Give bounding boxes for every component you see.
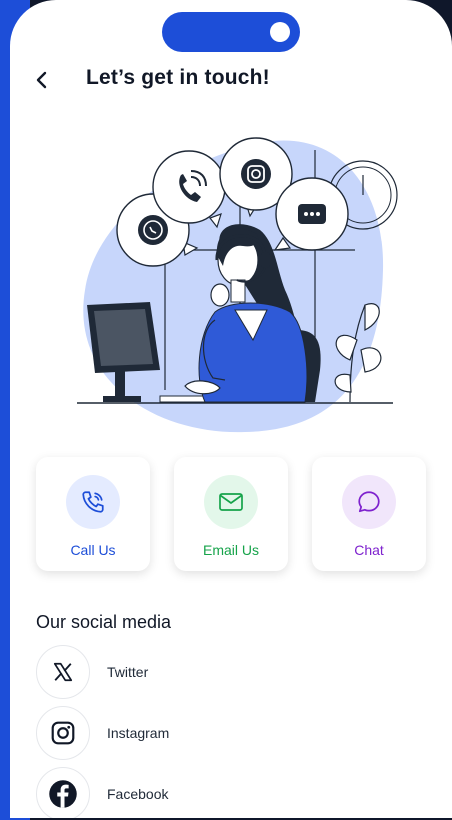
twitter-icon-circle: [36, 645, 90, 699]
phone-icon: [82, 491, 104, 513]
chevron-left-icon: [36, 71, 47, 89]
facebook-icon: [49, 780, 77, 808]
email-us-card[interactable]: Email Us: [174, 457, 288, 571]
status-pill: [162, 12, 300, 52]
twitter-label: Twitter: [107, 664, 149, 680]
call-us-icon-circle: [66, 475, 120, 529]
status-pill-dot: [270, 22, 290, 42]
instagram-icon: [51, 721, 75, 745]
back-button[interactable]: [30, 66, 54, 94]
page-title: Let’s get in touch!: [86, 66, 270, 89]
instagram-icon-circle: [36, 706, 90, 760]
social-section-title: Our social media: [36, 612, 172, 632]
x-logo-icon: [53, 662, 73, 682]
chat-icon-circle: [342, 475, 396, 529]
chat-card[interactable]: Chat: [312, 457, 426, 571]
call-us-label: Call Us: [70, 542, 116, 558]
social-item-facebook[interactable]: Facebook: [36, 767, 168, 818]
instagram-label: Instagram: [107, 725, 170, 741]
chat-icon: [358, 491, 380, 513]
call-us-card[interactable]: Call Us: [36, 457, 150, 571]
social-item-twitter[interactable]: Twitter: [36, 645, 148, 699]
facebook-label: Facebook: [107, 786, 169, 802]
phone-screen: Let’s get in touch! Call Us Email Us Cha…: [10, 0, 452, 818]
email-us-icon-circle: [204, 475, 258, 529]
social-item-instagram[interactable]: Instagram: [36, 706, 169, 760]
mail-icon: [219, 493, 243, 511]
facebook-icon-circle: [36, 767, 90, 818]
support-agent-illustration: [77, 137, 398, 433]
chat-label: Chat: [354, 542, 384, 558]
email-us-label: Email Us: [202, 542, 259, 558]
